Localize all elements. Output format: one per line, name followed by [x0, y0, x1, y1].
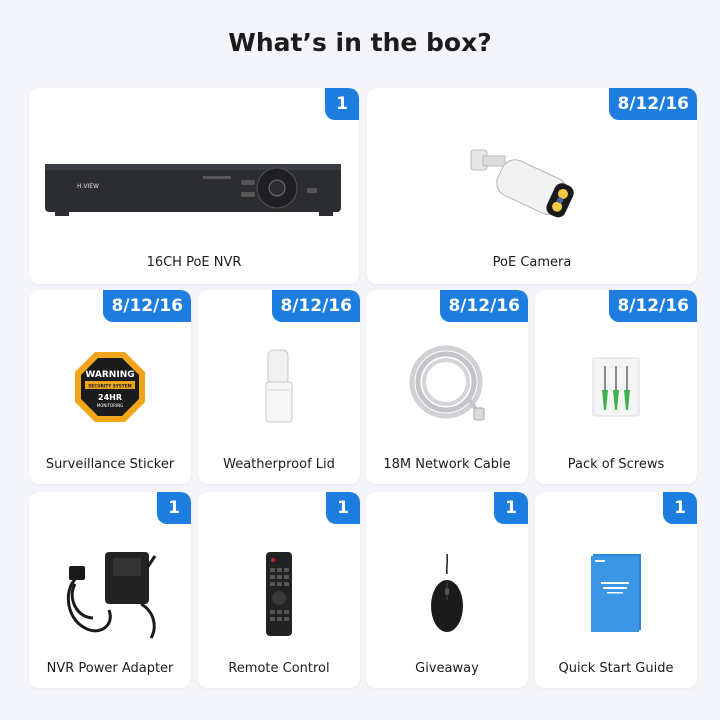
- remote-control-icon: [266, 552, 292, 636]
- item-card-lid: 8/12/16 Weatherproof Lid: [198, 290, 360, 484]
- item-card-nvr: 1 H.VIEW 16CH PoE NVR: [29, 88, 359, 284]
- quantity-badge: 1: [325, 88, 359, 120]
- item-card-guide: 1 Quick Start Guide: [535, 492, 697, 688]
- guide-booklet-icon: [591, 554, 641, 632]
- item-label: Weatherproof Lid: [223, 457, 335, 472]
- item-label: NVR Power Adapter: [46, 661, 174, 676]
- sticker-subtitle: SECURITY SYSTEM: [88, 384, 131, 389]
- nvr-brand: H.VIEW: [77, 183, 99, 190]
- nvr-device-icon: H.VIEW: [45, 164, 341, 216]
- sticker-monitoring: MONITORING: [97, 403, 123, 408]
- item-label: Quick Start Guide: [558, 661, 674, 676]
- item-label: Giveaway: [415, 661, 479, 676]
- item-label: 18M Network Cable: [383, 457, 511, 472]
- network-cable-icon: [409, 345, 485, 421]
- item-card-remote: 1 Remote Control: [198, 492, 360, 688]
- sticker-24hr: 24HR: [98, 393, 122, 402]
- quantity-badge: 8/12/16: [609, 290, 697, 322]
- warning-sticker-icon: WARNING SECURITY SYSTEM 24HR MONITORING: [75, 352, 145, 422]
- sticker-warning-text: WARNING: [85, 370, 134, 380]
- item-label: 16CH PoE NVR: [146, 255, 242, 270]
- power-adapter-icon: [66, 552, 157, 639]
- quantity-badge: 1: [157, 492, 191, 524]
- mouse-icon: [431, 553, 463, 632]
- item-card-sticker: 8/12/16 WARNING SECURITY SYSTEM 24HR MON…: [29, 290, 191, 484]
- item-label: Pack of Screws: [567, 457, 665, 472]
- item-card-power-adapter: 1 NVR Power Adapter: [29, 492, 191, 688]
- item-card-cable: 8/12/16 18M Network Cable: [366, 290, 528, 484]
- bullet-camera-icon: [470, 149, 574, 218]
- screws-pack-icon: [592, 357, 640, 417]
- quantity-badge: 8/12/16: [609, 88, 697, 120]
- quantity-badge: 1: [663, 492, 697, 524]
- weatherproof-lid-icon: [265, 349, 293, 423]
- quantity-badge: 8/12/16: [440, 290, 528, 322]
- item-label: PoE Camera: [492, 255, 572, 270]
- quantity-badge: 1: [326, 492, 360, 524]
- item-label: Remote Control: [228, 661, 330, 676]
- item-label: Surveillance Sticker: [45, 457, 175, 472]
- quantity-badge: 1: [494, 492, 528, 524]
- item-card-giveaway: 1 Giveaway: [366, 492, 528, 688]
- item-card-camera: 8/12/16 PoE Camera: [367, 88, 697, 284]
- item-card-screws: 8/12/16 Pack of Screws: [535, 290, 697, 484]
- quantity-badge: 8/12/16: [272, 290, 360, 322]
- page-title: What’s in the box?: [228, 28, 492, 57]
- quantity-badge: 8/12/16: [103, 290, 191, 322]
